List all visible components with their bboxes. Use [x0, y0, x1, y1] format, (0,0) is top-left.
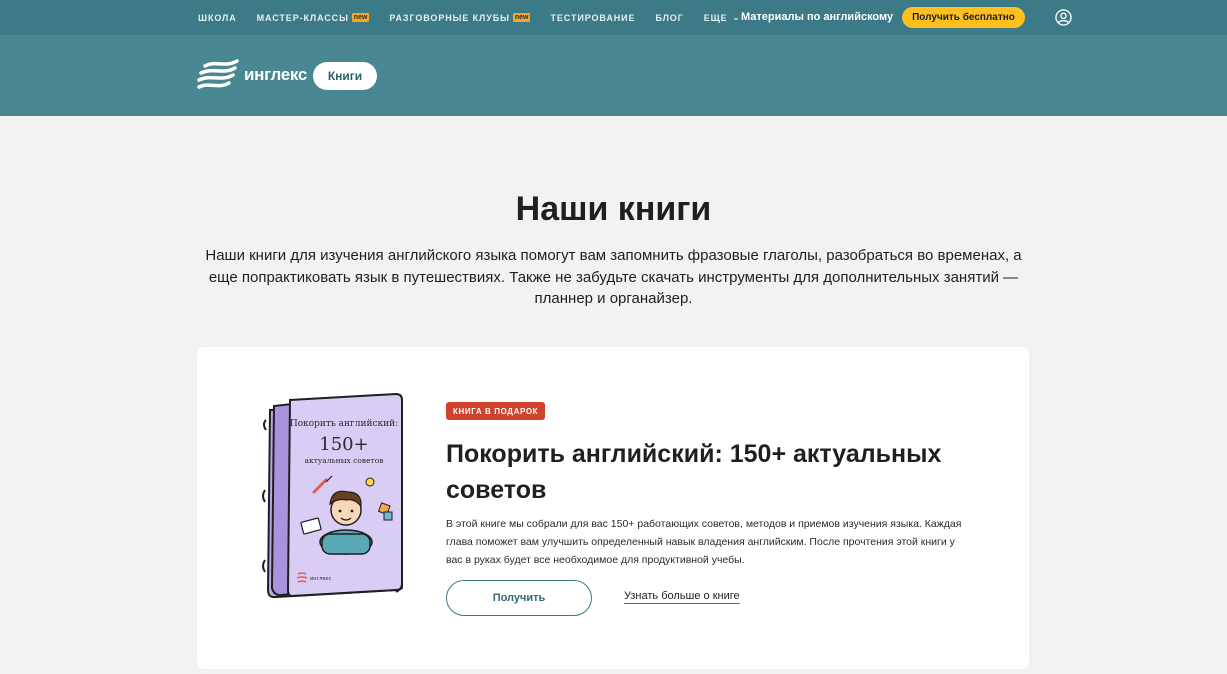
cover-title-line1: Покорить английский: [290, 419, 398, 429]
materials-link[interactable]: Материалы по английскому [741, 11, 893, 23]
logo-text[interactable]: инглекс [244, 65, 307, 85]
nav-item-label: ШКОЛА [198, 12, 237, 23]
cover-brand: инглекс [310, 576, 331, 582]
nav-item-more[interactable]: ЕЩЕ ⌄ [704, 13, 741, 23]
site-header [0, 35, 1227, 116]
nav-item-label: ТЕСТИРОВАНИЕ [550, 12, 636, 23]
nav-item-label: РАЗГОВОРНЫЕ КЛУБЫ [389, 12, 510, 23]
get-free-button[interactable]: Получить бесплатно [902, 7, 1025, 28]
new-badge: new [512, 13, 531, 22]
top-bar: ШКОЛА МАСТЕР-КЛАССЫ new РАЗГОВОРНЫЕ КЛУБЫ… [0, 0, 1227, 35]
top-nav: ШКОЛА МАСТЕР-КЛАССЫ new РАЗГОВОРНЫЕ КЛУБЫ… [198, 0, 760, 35]
page-title: Наши книги [515, 190, 712, 228]
new-badge: new [351, 13, 370, 22]
cover-title-line3: актуальных советов [305, 456, 384, 465]
nav-item-speaking-clubs[interactable]: РАЗГОВОРНЫЕ КЛУБЫ new [389, 12, 531, 23]
englex-logo-icon[interactable] [197, 58, 241, 92]
cover-title-number: 150+ [319, 434, 368, 455]
book-title: Покорить английский: 150+ актуальных сов… [446, 440, 942, 504]
nav-item-label: МАСТЕР-КЛАССЫ [256, 12, 349, 23]
chevron-down-icon: ⌄ [732, 13, 741, 22]
nav-item-label: БЛОГ [655, 12, 684, 23]
get-book-button[interactable]: Получить [446, 580, 592, 616]
book-cover-image: Покорить английский: 150+ актуальных сов… [262, 392, 403, 599]
gift-book-badge: КНИГА В ПОДАРОК [446, 402, 546, 420]
nav-item-masterclasses[interactable]: МАСТЕР-КЛАССЫ new [257, 13, 370, 23]
nav-item-testing[interactable]: ТЕСТИРОВАНИЕ [550, 13, 635, 23]
books-section-pill[interactable]: Книги [313, 62, 377, 90]
nav-item-label: ЕЩЕ [703, 12, 728, 23]
book-description: В этой книге мы собрали для вас 150+ раб… [446, 518, 962, 566]
nav-item-school[interactable]: ШКОЛА [198, 13, 237, 23]
page-intro: Наши книги для изучения английского язык… [205, 247, 1022, 307]
user-account-icon[interactable] [1055, 9, 1072, 26]
nav-item-blog[interactable]: БЛОГ [655, 13, 683, 23]
learn-more-link[interactable]: Узнать больше о книге [624, 590, 740, 604]
